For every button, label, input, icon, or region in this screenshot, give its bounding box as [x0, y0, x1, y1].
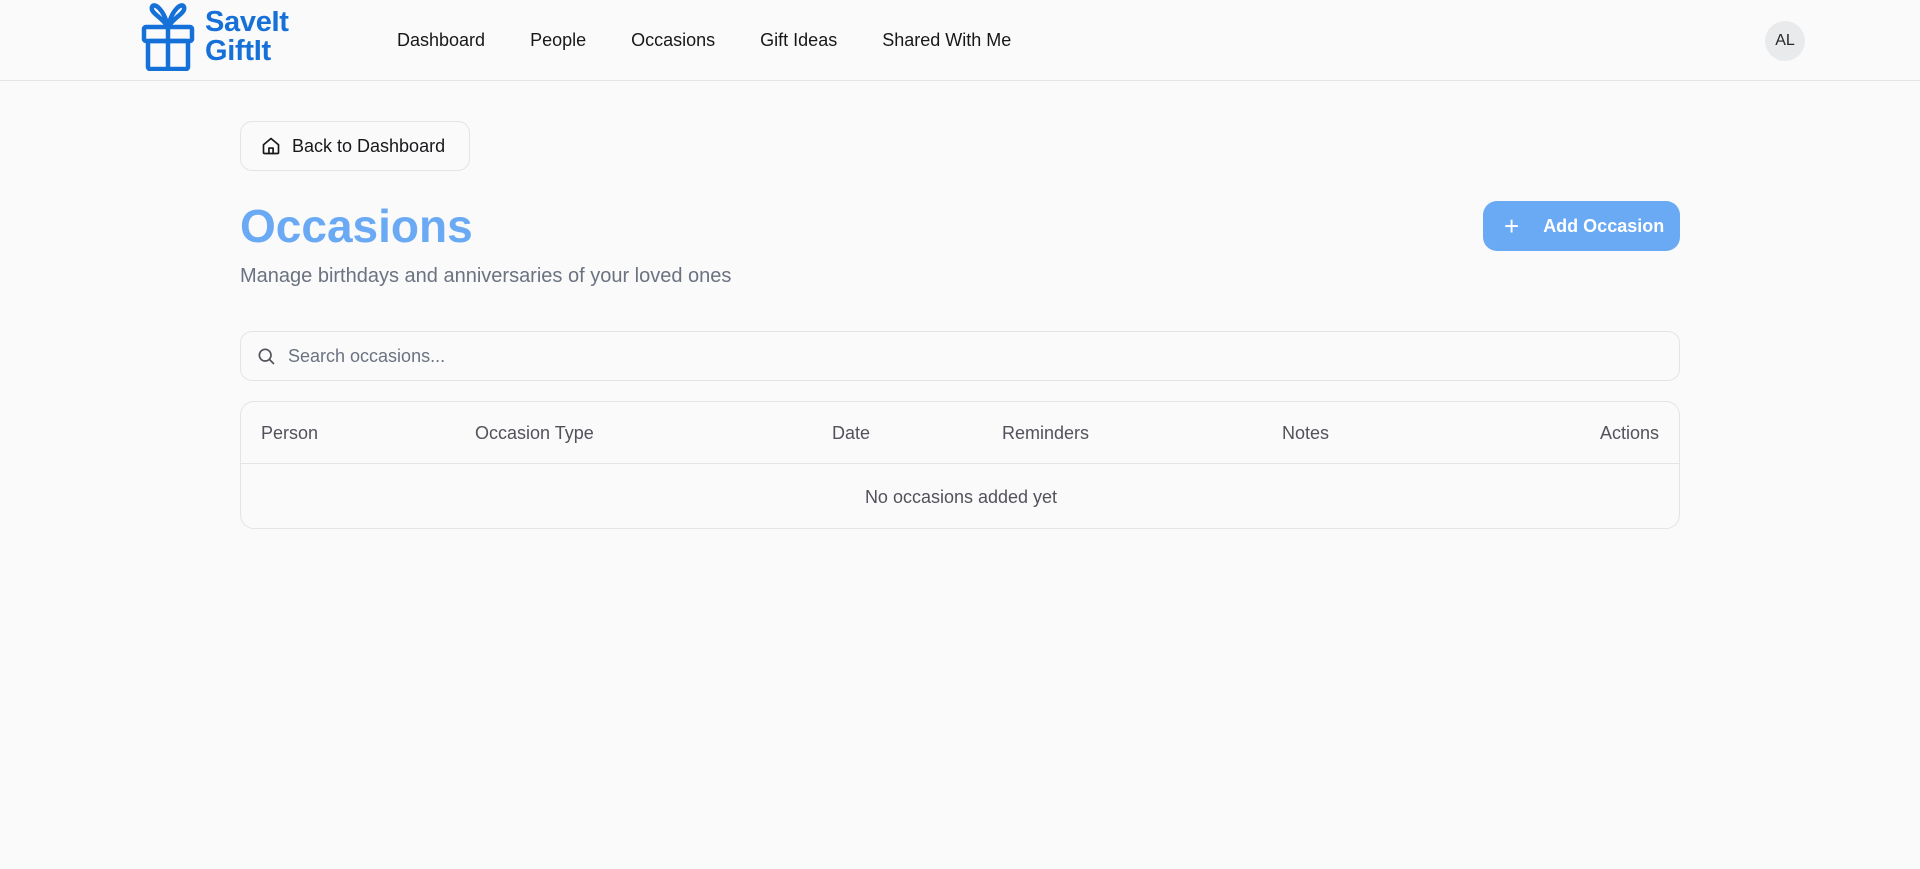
search-icon	[258, 348, 275, 365]
nav-item-dashboard[interactable]: Dashboard	[397, 28, 485, 52]
plus-icon: +	[1504, 211, 1520, 241]
user-avatar[interactable]: AL	[1765, 21, 1805, 61]
page-title: Occasions	[240, 200, 473, 252]
back-button-label: Back to Dashboard	[292, 135, 446, 156]
nav-item-people[interactable]: People	[530, 28, 586, 52]
nav-item-gift-ideas[interactable]: Gift Ideas	[760, 28, 837, 52]
occasions-table: Person Occasion Type Date Reminders Note…	[240, 401, 1680, 529]
brand-name: SaveIt GiftIt	[205, 8, 289, 66]
top-navbar: SaveIt GiftIt Dashboard People Occasions…	[0, 0, 1920, 81]
add-occasion-button[interactable]: + Add Occasion	[1483, 201, 1680, 251]
table-empty-state: No occasions added yet	[864, 487, 1058, 507]
gift-icon	[141, 3, 195, 71]
table-header: Person Occasion Type Date Reminders Note…	[241, 402, 1679, 464]
column-header-person: Person	[261, 423, 319, 443]
brand-line-2: GiftIt	[205, 35, 271, 67]
add-occasion-label: Add Occasion	[1543, 215, 1665, 236]
search-box	[240, 331, 1680, 381]
column-header-occasion-type: Occasion Type	[475, 423, 594, 443]
nav-item-shared-with-me[interactable]: Shared With Me	[882, 28, 1011, 52]
brand-line-1: SaveIt	[205, 6, 289, 38]
page-subtitle: Manage birthdays and anniversaries of yo…	[240, 265, 732, 287]
column-header-reminders: Reminders	[1002, 423, 1090, 443]
nav-item-occasions[interactable]: Occasions	[631, 28, 715, 52]
column-header-notes: Notes	[1282, 423, 1330, 443]
brand-logo[interactable]: SaveIt GiftIt	[140, 2, 289, 72]
main-nav: Dashboard People Occasions Gift Ideas Sh…	[397, 28, 1056, 52]
back-to-dashboard-button[interactable]: Back to Dashboard	[240, 121, 470, 171]
column-header-actions: Actions	[1599, 423, 1659, 443]
home-icon	[262, 137, 280, 155]
search-input[interactable]	[288, 345, 1648, 367]
column-header-date: Date	[832, 423, 871, 443]
